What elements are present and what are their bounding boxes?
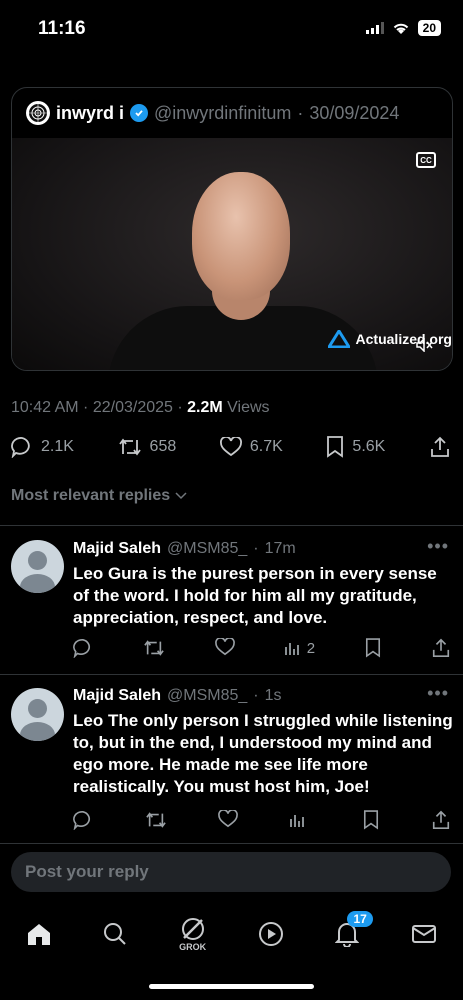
repost-icon[interactable] (145, 810, 167, 830)
mandala-icon (29, 104, 47, 122)
brand-name: Actualized.org (355, 331, 452, 347)
views-label: Views (227, 399, 270, 416)
status-bar: 11:16 20 (0, 0, 463, 56)
mute-button[interactable] (416, 337, 434, 355)
status-time: 11:16 (38, 18, 86, 39)
play-circle-icon (258, 922, 283, 946)
reply-author-name[interactable]: Majid Saleh (73, 687, 161, 705)
like-button[interactable]: 6.7K (219, 437, 283, 457)
reply-author-handle[interactable]: @MSM85_ (167, 687, 247, 705)
quoted-author-name[interactable]: inwyrd i (56, 103, 124, 124)
reply-action-bar: 2 (73, 638, 451, 658)
chevron-down-icon (175, 492, 187, 500)
reply-header: Majid Saleh @MSM85_ · 1s (73, 687, 282, 705)
reply-time: 17m (264, 540, 296, 557)
reply-icon[interactable] (73, 638, 93, 658)
more-options-icon[interactable]: ••• (427, 536, 449, 557)
quoted-tweet-card[interactable]: inwyrd i @inwyrdinfinitum · 30/09/2024 C… (11, 87, 453, 371)
search-icon (104, 923, 127, 945)
more-options-icon[interactable]: ••• (427, 683, 449, 704)
repost-icon[interactable] (143, 638, 165, 658)
bookmark-count: 5.6K (352, 438, 386, 455)
share-icon[interactable] (431, 810, 451, 830)
reply-composer-input[interactable]: Post your reply (11, 852, 451, 892)
separator-dot: · (253, 687, 259, 704)
separator-dot: · (297, 102, 304, 123)
heart-icon[interactable] (214, 638, 235, 656)
tab-notifications[interactable]: 17 (335, 911, 373, 947)
reply-header: Majid Saleh @MSM85_ · 17m (73, 540, 296, 558)
bookmark-button[interactable]: 5.6K (326, 436, 385, 458)
home-icon (27, 924, 50, 945)
reply-action-bar (73, 810, 451, 830)
quoted-tweet-header: inwyrd i @inwyrdinfinitum · 30/09/2024 (12, 88, 452, 138)
heart-icon[interactable] (218, 810, 239, 828)
video-subject-head (192, 172, 290, 300)
reply-item[interactable]: Majid Saleh @MSM85_ · 17m ••• Leo Gura i… (0, 526, 463, 674)
grok-icon (181, 918, 204, 940)
avatar[interactable] (11, 540, 64, 593)
heart-icon (219, 437, 242, 457)
repost-count: 658 (149, 438, 177, 455)
verified-badge-icon (130, 104, 149, 122)
analytics-icon (284, 643, 299, 655)
reply-text: Leo The only person I struggled while li… (73, 711, 453, 796)
grok-label: GROK (179, 942, 207, 952)
tab-home[interactable] (26, 922, 52, 946)
separator-dot: · (253, 540, 259, 557)
reply-author-name[interactable]: Majid Saleh (73, 540, 161, 558)
signal-icon (365, 22, 384, 34)
speaker-muted-icon (416, 337, 433, 353)
analytics-icon (289, 815, 304, 827)
wifi-icon (393, 23, 408, 34)
reply-view-count: 2 (306, 639, 316, 657)
quoted-date: 30/09/2024 (309, 102, 400, 123)
repost-button[interactable]: 658 (118, 436, 177, 458)
bookmark-icon[interactable] (363, 810, 379, 830)
replies-filter-dropdown[interactable]: Most relevant replies (11, 487, 187, 505)
tweet-action-bar: 2.1K 658 6.7K 5.6K (11, 436, 451, 458)
reply-icon[interactable] (73, 810, 93, 830)
brand-logo-icon (327, 330, 350, 348)
tab-video[interactable] (258, 921, 284, 947)
quoted-avatar[interactable] (26, 101, 50, 125)
repost-icon (118, 438, 141, 456)
bottom-tab-bar: GROK 17 (0, 904, 463, 964)
captions-button[interactable]: CC (416, 152, 436, 168)
bookmark-icon (327, 436, 344, 458)
reply-icon (11, 437, 30, 458)
reply-time: 1s (264, 687, 282, 704)
tweet-time: 10:42 AM (11, 399, 79, 416)
replies-filter-label: Most relevant replies (11, 487, 171, 504)
divider (0, 843, 463, 844)
reply-author-handle[interactable]: @MSM85_ (167, 540, 247, 558)
reply-item[interactable]: Majid Saleh @MSM85_ · 1s ••• Leo The onl… (0, 675, 463, 843)
tab-grok[interactable]: GROK (179, 916, 206, 952)
tab-search[interactable] (103, 922, 127, 946)
video-player[interactable]: CC Actualized.org (12, 138, 452, 370)
mail-icon (412, 925, 437, 943)
reply-text: Leo Gura is the purest person in every s… (73, 564, 437, 627)
views-button[interactable] (289, 810, 312, 830)
status-icons: 20 (365, 20, 441, 36)
tweet-meta: 10:42 AM · 22/03/2025 · 2.2M Views (11, 399, 270, 416)
battery-indicator: 20 (417, 20, 441, 36)
views-button[interactable]: 2 (284, 638, 316, 658)
share-button[interactable] (429, 436, 451, 458)
composer-placeholder: Post your reply (25, 862, 149, 881)
reply-button[interactable]: 2.1K (11, 436, 74, 458)
share-icon (431, 436, 449, 457)
tweet-date: 22/03/2025 (92, 399, 173, 416)
battery-level: 20 (422, 21, 436, 35)
reply-count: 2.1K (41, 438, 74, 455)
home-indicator (149, 984, 314, 989)
share-icon[interactable] (431, 638, 451, 658)
views-count: 2.2M (187, 399, 223, 416)
quoted-author-handle[interactable]: @inwyrdinfinitum (154, 103, 291, 124)
notifications-badge: 17 (347, 911, 373, 927)
like-count: 6.7K (249, 438, 283, 455)
avatar[interactable] (11, 688, 64, 741)
tab-messages[interactable] (411, 923, 437, 945)
bookmark-icon[interactable] (365, 638, 381, 658)
